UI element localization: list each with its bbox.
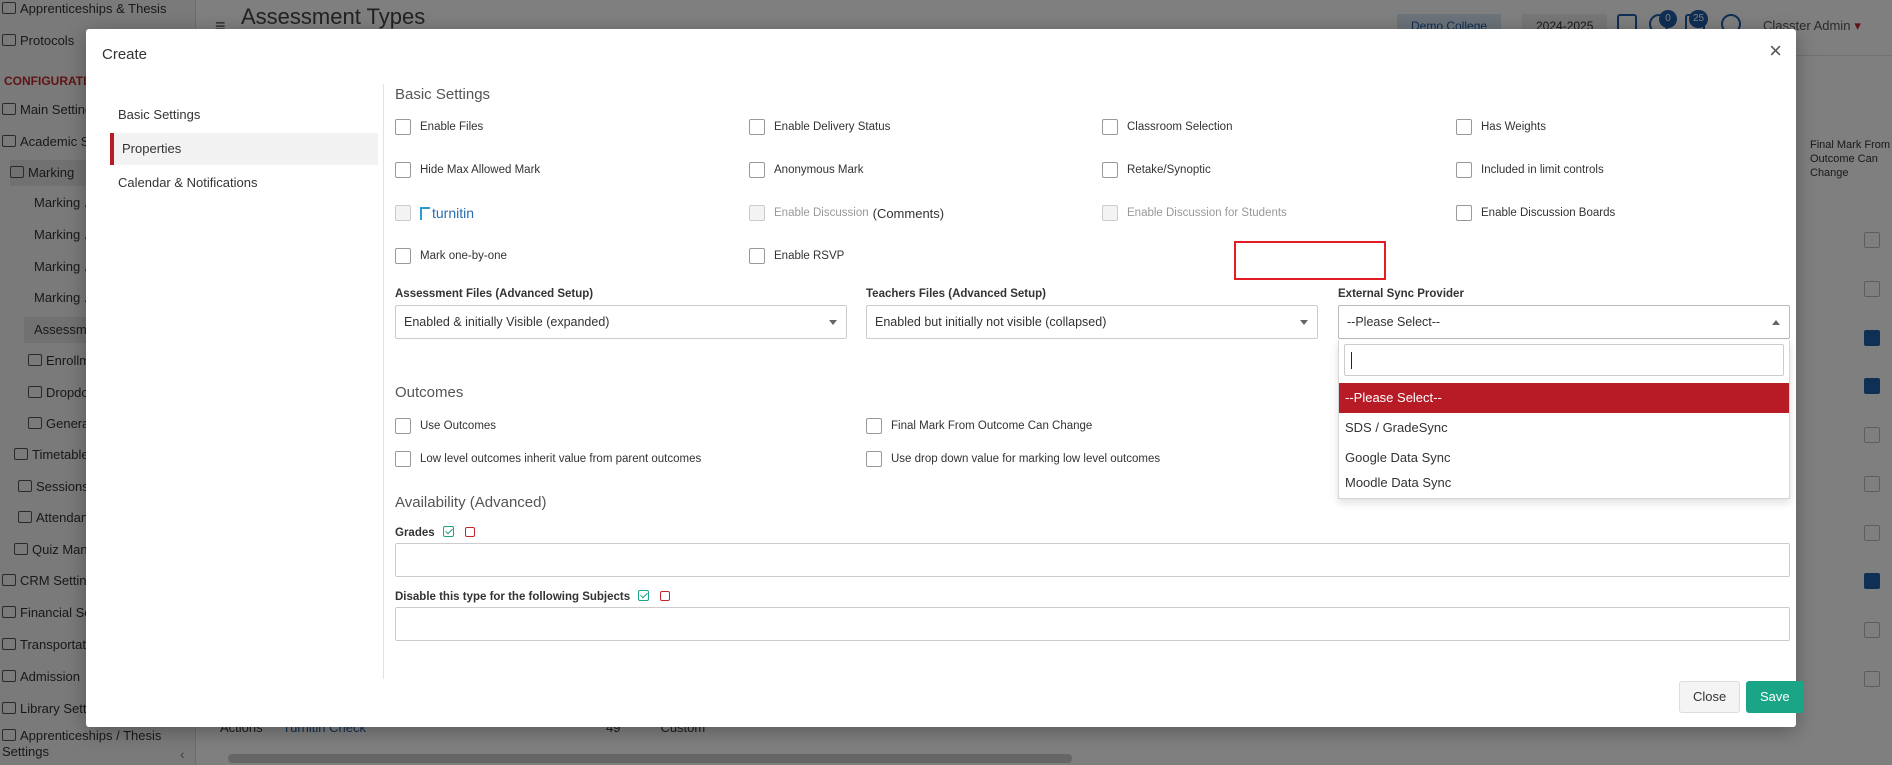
checkbox[interactable] (395, 119, 411, 135)
checkbox[interactable] (395, 418, 411, 434)
checkbox[interactable] (1456, 119, 1472, 135)
enable-files-checkbox[interactable]: Enable Files (395, 119, 483, 135)
disable-subjects-input[interactable] (395, 607, 1790, 641)
modal-content: Basic Settings Enable Files Enable Deliv… (0, 0, 1892, 765)
included-in-limit-controls-checkbox[interactable]: Included in limit controls (1456, 162, 1604, 178)
external-sync-dropdown: --Please Select-- SDS / GradeSync Google… (1338, 340, 1790, 499)
close-button[interactable]: Close (1679, 681, 1741, 713)
select-all-icon[interactable] (638, 590, 650, 601)
retake-synoptic-checkbox[interactable]: Retake/Synoptic (1102, 162, 1211, 178)
checkbox[interactable] (749, 162, 765, 178)
enable-rsvp-checkbox[interactable]: Enable RSVP (749, 248, 844, 264)
enable-discussion-boards-checkbox[interactable]: Enable Discussion Boards (1456, 205, 1615, 221)
chevron-down-icon (1300, 320, 1308, 325)
checkbox[interactable] (395, 162, 411, 178)
hide-max-allowed-mark-checkbox[interactable]: Hide Max Allowed Mark (395, 162, 540, 178)
disable-subjects-label: Disable this type for the following Subj… (395, 590, 671, 603)
has-weights-checkbox[interactable]: Has Weights (1456, 119, 1546, 135)
dropdown-option-sds-gradesync[interactable]: SDS / GradeSync (1339, 413, 1789, 443)
dropdown-search-input[interactable] (1344, 344, 1784, 376)
turnitin-checkbox: turnitin (395, 205, 474, 221)
final-mark-from-outcome-checkbox[interactable]: Final Mark From Outcome Can Change (866, 418, 1092, 434)
basic-settings-title: Basic Settings (395, 86, 491, 103)
turnitin-mark-icon (420, 206, 430, 220)
checkbox[interactable] (1456, 162, 1472, 178)
checkbox (395, 205, 411, 221)
checkbox[interactable] (1456, 205, 1472, 221)
checkbox (1102, 205, 1118, 221)
comments-suffix: (Comments) (872, 205, 945, 221)
dropdown-option-moodle-data-sync[interactable]: Moodle Data Sync (1339, 468, 1789, 498)
grades-label: Grades (395, 526, 475, 539)
clear-all-icon[interactable] (464, 527, 475, 537)
chevron-up-icon (1772, 320, 1780, 325)
save-button[interactable]: Save (1746, 681, 1804, 713)
availability-title: Availability (Advanced) (395, 494, 547, 511)
external-sync-provider-select[interactable]: --Please Select-- (1338, 305, 1790, 339)
dropdown-option-please-select[interactable]: --Please Select-- (1339, 383, 1789, 413)
grades-input[interactable] (395, 543, 1790, 577)
checkbox[interactable] (395, 248, 411, 264)
chevron-down-icon (829, 320, 837, 325)
checkbox[interactable] (1102, 162, 1118, 178)
checkbox[interactable] (749, 248, 765, 264)
checkbox[interactable] (395, 451, 411, 467)
select-all-icon[interactable] (442, 526, 454, 537)
teachers-files-select[interactable]: Enabled but initially not visible (colla… (866, 305, 1318, 339)
enable-discussion-for-students-checkbox: Enable Discussion for Students (1102, 205, 1287, 221)
turnitin-logo: turnitin (420, 205, 474, 221)
highlight-box (1234, 241, 1386, 280)
checkbox[interactable] (1102, 119, 1118, 135)
clear-all-icon[interactable] (660, 591, 671, 601)
checkbox[interactable] (749, 119, 765, 135)
text-cursor (1351, 352, 1352, 369)
classroom-selection-checkbox[interactable]: Classroom Selection (1102, 119, 1232, 135)
checkbox[interactable] (866, 451, 882, 467)
anonymous-mark-checkbox[interactable]: Anonymous Mark (749, 162, 863, 178)
checkbox[interactable] (866, 418, 882, 434)
outcomes-title: Outcomes (395, 384, 464, 401)
external-sync-provider-label: External Sync Provider (1338, 288, 1464, 300)
low-level-outcomes-inherit-checkbox[interactable]: Low level outcomes inherit value from pa… (395, 451, 701, 467)
enable-delivery-status-checkbox[interactable]: Enable Delivery Status (749, 119, 890, 135)
mark-one-by-one-checkbox[interactable]: Mark one-by-one (395, 248, 507, 264)
assessment-files-label: Assessment Files (Advanced Setup) (395, 288, 594, 300)
use-dropdown-value-checkbox[interactable]: Use drop down value for marking low leve… (866, 451, 1160, 467)
assessment-files-select[interactable]: Enabled & initially Visible (expanded) (395, 305, 847, 339)
checkbox (749, 205, 765, 221)
use-outcomes-checkbox[interactable]: Use Outcomes (395, 418, 496, 434)
teachers-files-label: Teachers Files (Advanced Setup) (866, 288, 1047, 300)
enable-discussion-checkbox: Enable Discussion (Comments) (749, 205, 944, 221)
